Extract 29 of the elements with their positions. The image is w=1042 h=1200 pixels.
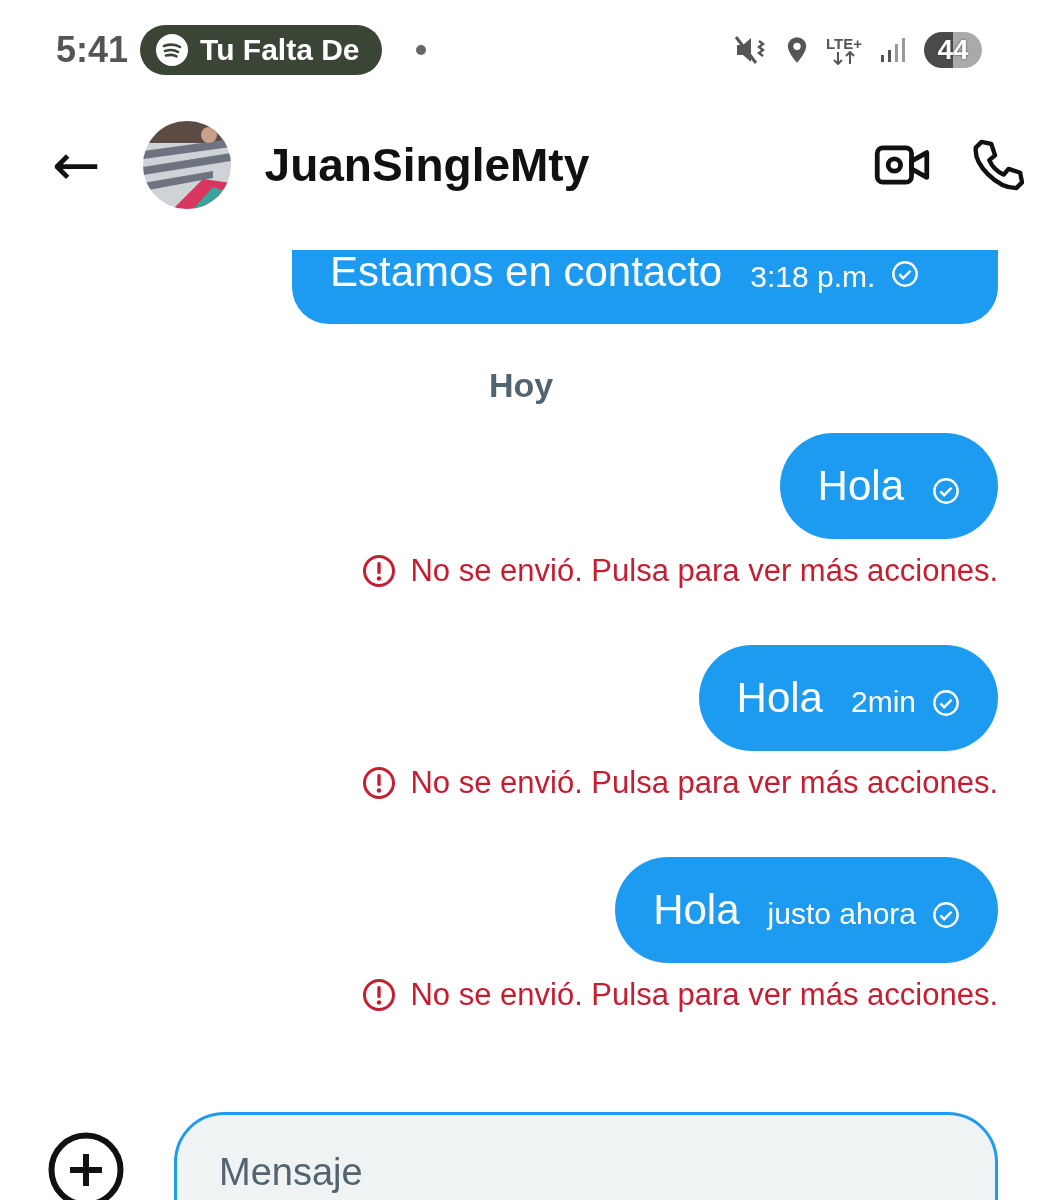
error-icon [362, 978, 397, 1012]
sent-check-icon [932, 901, 960, 929]
message-bubble[interactable]: Estamos en contacto 3:18 p.m. [292, 250, 998, 324]
message-input[interactable]: Mensaje [174, 1112, 998, 1200]
add-icon[interactable] [48, 1132, 124, 1200]
contact-name[interactable]: JuanSingleMty [264, 138, 590, 192]
sent-check-icon [891, 260, 920, 288]
data-arrows-icon [832, 50, 856, 65]
phone-call-icon[interactable] [970, 138, 1024, 192]
media-pill[interactable]: Tu Falta De [140, 25, 382, 75]
error-message[interactable]: No se envió. Pulsa para ver más acciones. [410, 765, 998, 801]
error-icon [362, 766, 397, 800]
message-bubble[interactable]: Hola justo ahora [615, 857, 998, 963]
video-call-icon[interactable] [874, 145, 930, 185]
signal-icon [880, 37, 906, 63]
network-type: LTE+ [826, 35, 862, 51]
sent-check-icon [932, 689, 960, 717]
sent-check-icon [932, 477, 960, 505]
message-bubble[interactable]: Hola 2min [698, 645, 998, 751]
back-button[interactable]: ← [46, 136, 107, 194]
music-app-icon [156, 34, 189, 66]
status-time: 5:41 [56, 29, 129, 71]
day-separator: Hoy [488, 366, 554, 405]
error-message[interactable]: No se envió. Pulsa para ver más acciones. [410, 977, 998, 1013]
message-bubble[interactable]: Hola [779, 433, 998, 539]
location-icon [786, 36, 808, 64]
error-icon [362, 554, 397, 588]
error-message[interactable]: No se envió. Pulsa para ver más acciones. [410, 553, 998, 589]
notification-dot [415, 45, 426, 55]
